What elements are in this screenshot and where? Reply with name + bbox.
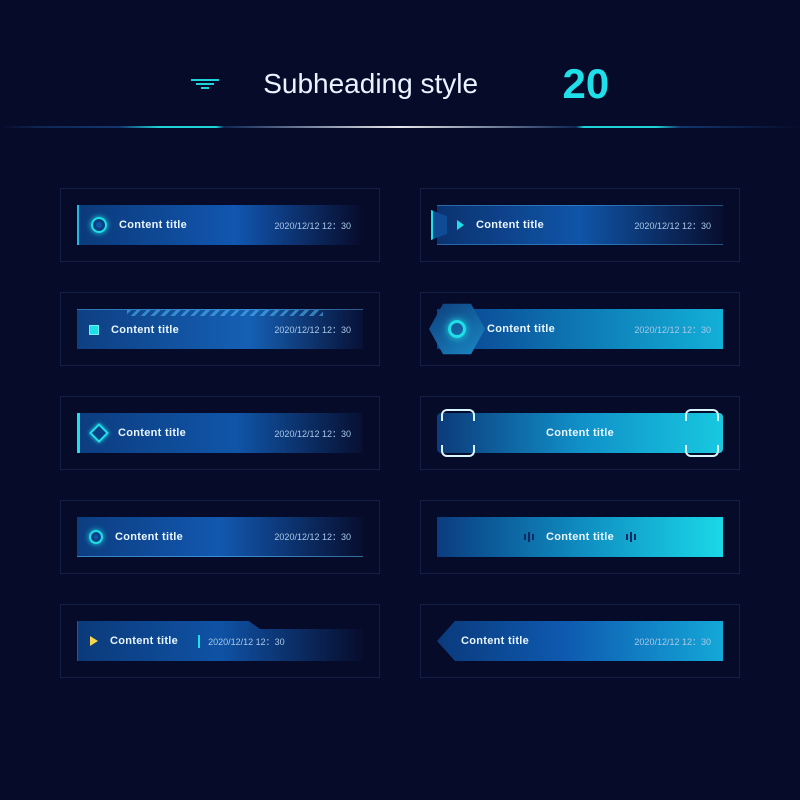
style-grid: Content title 2020/12/12 12：30 Content t…: [0, 128, 800, 678]
ring-icon: [89, 530, 103, 544]
style-card-4[interactable]: Content title 2020/12/12 12：30: [60, 500, 380, 574]
ring-icon: [91, 217, 107, 233]
style-card-2[interactable]: Content title 2020/12/12 12：30: [60, 292, 380, 366]
hexagon-icon: [429, 301, 485, 357]
banner-label: Content title: [119, 219, 187, 231]
banner-3: Content title 2020/12/12 12：30: [77, 413, 363, 453]
page-title: Subheading style: [263, 68, 478, 100]
banner-timestamp: 2020/12/12 12：30: [274, 427, 351, 440]
style-count: 20: [563, 60, 610, 108]
banner-label: Content title: [487, 323, 555, 335]
banner-timestamp: 2020/12/12 12：30: [198, 635, 285, 648]
banner-label: Content title: [546, 531, 614, 543]
style-card-1[interactable]: Content title 2020/12/12 12：30: [60, 188, 380, 262]
style-card-7[interactable]: Content title 2020/12/12 12：30: [420, 292, 740, 366]
banner-9: Content title: [437, 517, 723, 557]
banner-1: Content title 2020/12/12 12：30: [77, 205, 363, 245]
square-icon: [89, 325, 99, 335]
banner-label: Content title: [476, 219, 544, 231]
banner-timestamp: 2020/12/12 12：30: [274, 530, 351, 543]
banner-2: Content title 2020/12/12 12：30: [77, 309, 363, 349]
banner-timestamp: 2020/12/12 12：30: [274, 323, 351, 336]
decor-lines-icon: [191, 77, 219, 91]
style-card-3[interactable]: Content title 2020/12/12 12：30: [60, 396, 380, 470]
banner-timestamp: 2020/12/12 12：30: [274, 219, 351, 232]
banner-timestamp: 2020/12/12 12：30: [634, 323, 711, 336]
banner-label: Content title: [461, 635, 529, 647]
style-card-9[interactable]: Content title: [420, 500, 740, 574]
banner-7: Content title 2020/12/12 12：30: [437, 309, 723, 349]
banner-label: Content title: [115, 531, 183, 543]
style-card-8[interactable]: Content title: [420, 396, 740, 470]
banner-8: Content title: [437, 413, 723, 453]
play-icon: [457, 220, 464, 230]
banner-label: Content title: [111, 324, 179, 336]
equalizer-icon: [626, 532, 636, 542]
banner-4: Content title 2020/12/12 12：30: [77, 517, 363, 557]
banner-label: Content title: [118, 427, 186, 439]
style-card-5[interactable]: Content title 2020/12/12 12：30: [60, 604, 380, 678]
style-card-10[interactable]: Content title 2020/12/12 12：30: [420, 604, 740, 678]
diamond-icon: [89, 423, 109, 443]
equalizer-icon: [524, 532, 534, 542]
banner-label: Content title: [110, 635, 178, 647]
triangle-icon: [90, 636, 98, 646]
banner-6: Content title 2020/12/12 12：30: [437, 205, 723, 245]
style-card-6[interactable]: Content title 2020/12/12 12：30: [420, 188, 740, 262]
banner-label: Content title: [546, 427, 614, 439]
banner-10: Content title 2020/12/12 12：30: [437, 621, 723, 661]
banner-timestamp: 2020/12/12 12：30: [634, 635, 711, 648]
header-divider: [0, 126, 800, 128]
header: Subheading style 20: [0, 0, 800, 128]
banner-5: Content title 2020/12/12 12：30: [77, 621, 363, 661]
banner-timestamp: 2020/12/12 12：30: [634, 219, 711, 232]
